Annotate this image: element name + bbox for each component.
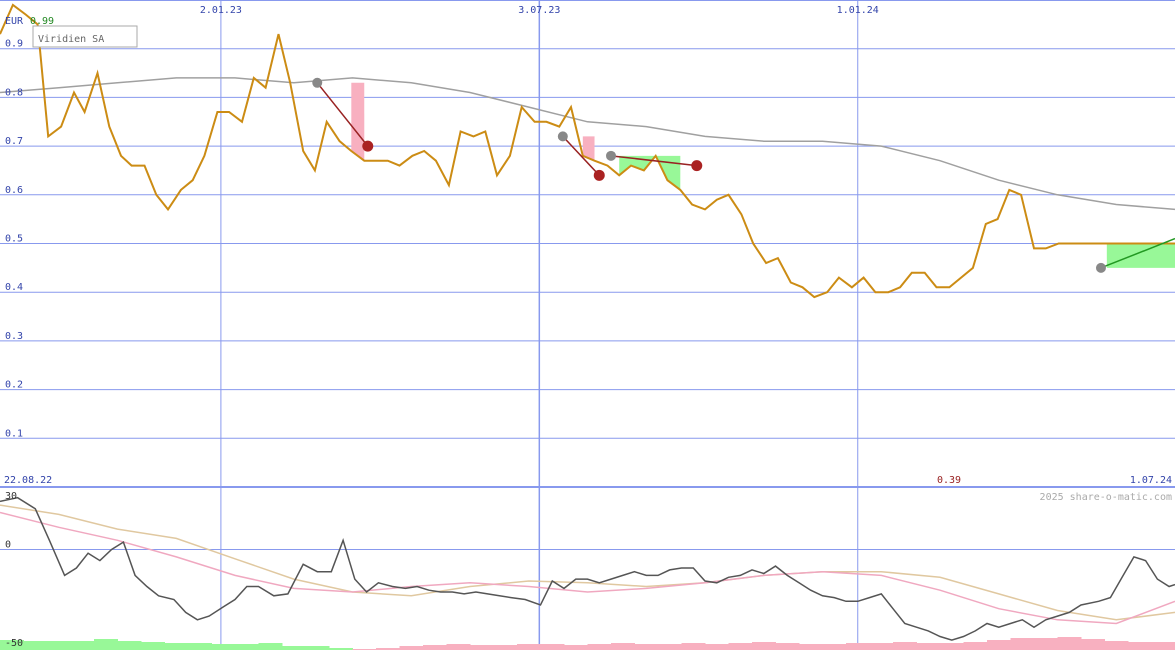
- main-grid: [0, 0, 1175, 488]
- volume-bar: [258, 643, 283, 650]
- y-tick-label: 0.1: [5, 428, 23, 439]
- volume-bar: [47, 641, 71, 650]
- volume-bar: [23, 641, 48, 650]
- volume-bar: [1128, 642, 1152, 650]
- volume-bars: [0, 637, 1175, 650]
- gain-loss-fills: [339, 82, 1175, 268]
- volume-bar: [70, 641, 95, 650]
- volume-bar: [940, 643, 964, 650]
- volume-bar: [188, 643, 212, 650]
- x-date-labels: 2.01.23 3.07.23 1.01.24: [200, 5, 879, 16]
- volume-bar: [305, 646, 330, 650]
- oscillator-lines: [0, 496, 1175, 641]
- volume-bar: [517, 644, 541, 650]
- signal-start-marker: [606, 150, 616, 161]
- watermark: 2025 share-o-matic.com: [1040, 492, 1172, 503]
- chart-title: Viridien SA: [38, 34, 104, 45]
- title-box: Viridien SA: [32, 25, 138, 48]
- current-value-label: 0.39: [937, 475, 961, 486]
- oscillator-line: [0, 496, 1175, 641]
- x-date-label: 2.01.23: [200, 5, 242, 16]
- volume-bar: [235, 644, 259, 650]
- volume-bar: [611, 643, 635, 650]
- y-tick-label: 0.2: [5, 380, 23, 391]
- y-tick-label: 0.8: [5, 87, 23, 98]
- volume-bar: [752, 642, 776, 650]
- volume-bar: [1081, 639, 1105, 650]
- volume-bar: [634, 644, 659, 650]
- volume-bar: [987, 640, 1011, 650]
- volume-bar: [141, 642, 165, 650]
- y-tick-label: 0.3: [5, 331, 23, 342]
- volume-bar: [799, 644, 823, 650]
- volume-bar: [1057, 637, 1082, 650]
- volume-bar: [1034, 638, 1058, 650]
- signal-end-marker: [362, 140, 374, 152]
- currency-label: EUR: [5, 16, 24, 27]
- volume-bar: [446, 644, 471, 650]
- osc-y-tick-label: 0: [5, 540, 11, 551]
- currency-value: 0.99: [30, 16, 54, 27]
- volume-bar: [470, 645, 494, 650]
- signal-start-marker: [312, 77, 323, 88]
- signal-end-marker: [593, 169, 605, 181]
- stock-chart: EUR 0.99 Viridien SA 22.08.22 1.07.24 0.…: [0, 0, 1175, 650]
- volume-bar: [282, 646, 306, 650]
- volume-bar: [564, 645, 588, 650]
- x-date-label: 3.07.23: [518, 5, 560, 16]
- x-date-label: 1.01.24: [837, 5, 879, 16]
- volume-bar: [916, 643, 941, 650]
- signal-end-marker: [691, 160, 703, 172]
- volume-bar: [846, 643, 870, 650]
- volume-bar: [493, 645, 518, 650]
- volume-bar: [540, 644, 565, 650]
- volume-bar: [963, 642, 988, 650]
- start-date-label: 22.08.22: [4, 475, 52, 486]
- volume-bar: [164, 643, 189, 650]
- y-tick-label: 0.5: [5, 234, 23, 245]
- signal-start-marker: [557, 131, 568, 142]
- chart-labels: EUR 0.99 Viridien SA 22.08.22 1.07.24 0.…: [4, 16, 1172, 503]
- y-tick-label: 0.7: [5, 136, 23, 147]
- volume-bar: [423, 645, 447, 650]
- oscillator-grid: [0, 487, 1175, 650]
- volume-bar: [822, 644, 847, 650]
- volume-bar: [1010, 638, 1035, 650]
- volume-bar: [94, 639, 118, 650]
- volume-bar: [117, 641, 142, 650]
- volume-bar: [681, 643, 706, 650]
- signal_line-line: [0, 511, 1175, 625]
- volume-bar: [211, 644, 236, 650]
- shaded-region: [351, 82, 365, 161]
- osc-y-tick-label: -50: [5, 638, 23, 649]
- volume-bar: [658, 644, 682, 650]
- y-tick-labels: 0.9 0.8 0.7 0.6 0.5 0.4 0.3 0.2 0.1: [5, 39, 23, 440]
- osc-y-tick-label: 30: [5, 491, 17, 502]
- shaded-region: [1106, 243, 1175, 268]
- volume-bar: [775, 643, 800, 650]
- volume-bar: [587, 644, 612, 650]
- volume-bar: [1104, 641, 1129, 650]
- y-tick-label: 0.4: [5, 282, 23, 293]
- volume-bar: [728, 643, 753, 650]
- volume-bar: [1151, 642, 1175, 650]
- volume-bar: [705, 644, 729, 650]
- y-tick-label: 0.6: [5, 185, 23, 196]
- y-tick-label: 0.9: [5, 39, 23, 50]
- signal-start-marker: [1095, 262, 1106, 273]
- end-date-label: 1.07.24: [1130, 475, 1172, 486]
- volume-bar: [869, 643, 894, 650]
- volume-bar: [893, 642, 917, 650]
- volume-bar: [399, 646, 424, 650]
